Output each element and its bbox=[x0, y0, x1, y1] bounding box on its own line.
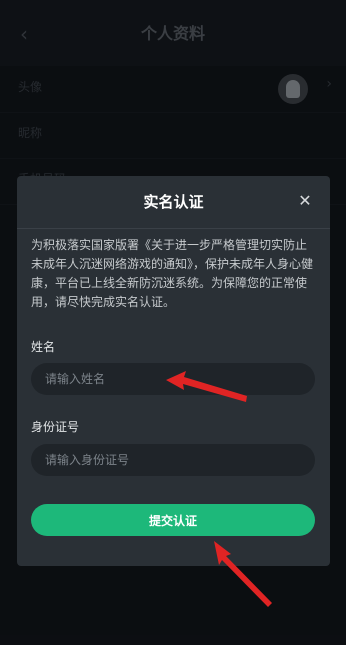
dialog-notice: 为积极落实国家版署《关于进一步严格管理切实防止未成年人沉迷网络游戏的通知》，保护… bbox=[31, 238, 314, 309]
dialog-title: 实名认证 bbox=[143, 193, 204, 211]
id-number-label: 身份证号 bbox=[31, 420, 80, 434]
profile-screen: ‹ 个人资料 头像 › 昵称 手机号码 实名认证 ✕ 为积极落实国家版署《关于进… bbox=[0, 0, 346, 645]
submit-button[interactable]: 提交认证 bbox=[31, 504, 315, 536]
name-input[interactable] bbox=[31, 363, 315, 395]
close-icon: ✕ bbox=[298, 191, 312, 210]
id-number-input[interactable] bbox=[31, 444, 315, 476]
close-button[interactable]: ✕ bbox=[294, 190, 316, 212]
name-label: 姓名 bbox=[31, 340, 56, 354]
real-name-auth-dialog: 实名认证 ✕ 为积极落实国家版署《关于进一步严格管理切实防止未成年人沉迷网络游戏… bbox=[17, 176, 330, 566]
dialog-header: 实名认证 ✕ bbox=[17, 176, 330, 229]
